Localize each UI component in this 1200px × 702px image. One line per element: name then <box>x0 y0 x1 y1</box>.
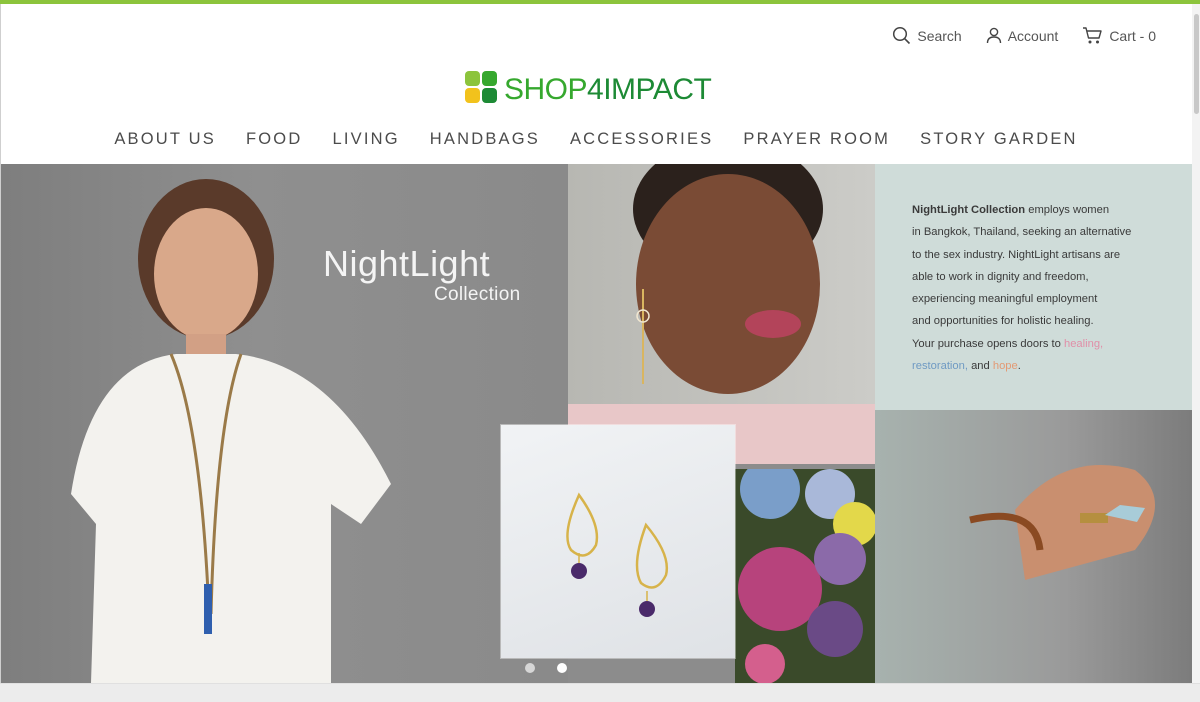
slider-dots <box>525 663 567 673</box>
desc-line-3: to the sex industry. NightLight artisans… <box>912 248 1121 261</box>
logo-wordmark: SHOP4IMPACT <box>504 72 712 107</box>
desc-line-2: in Bangkok, Thailand, seeking an alterna… <box>912 226 1132 239</box>
model-photo-left <box>1 164 568 683</box>
hero-title: NightLight <box>323 243 491 284</box>
desc-line-7: Your purchase opens doors to healing, <box>912 333 1152 355</box>
nav-story-garden[interactable]: STORY GARDEN <box>920 130 1078 149</box>
desc-line-6: and opportunities for holistic healing. <box>912 315 1094 328</box>
search-label: Search <box>917 27 962 44</box>
hero-subtitle: Collection <box>434 284 521 305</box>
scrollbar-thumb[interactable] <box>1194 14 1199 114</box>
desc-and: and <box>967 360 993 373</box>
page-below-fold <box>0 683 1200 702</box>
nav-accessories[interactable]: ACCESSORIES <box>570 130 713 149</box>
nav-handbags[interactable]: HANDBAGS <box>430 130 540 149</box>
keyword-hope: hope <box>992 360 1018 373</box>
desc-line-1: NightLight Collection employs women <box>912 199 1152 221</box>
search-link[interactable]: Search <box>892 26 962 45</box>
bracelet-photo <box>875 410 1192 683</box>
user-icon <box>986 27 1002 45</box>
earrings-photo <box>501 425 735 658</box>
cart-link[interactable]: Cart - 0 <box>1082 26 1156 45</box>
slider-dot-1[interactable] <box>525 663 535 673</box>
desc-line-8: restoration, and hope. <box>912 355 1152 377</box>
desc-line-1-rest: employs women <box>1025 204 1110 216</box>
search-icon <box>892 26 911 45</box>
hero-heading: NightLight Collection <box>323 243 520 306</box>
account-link[interactable]: Account <box>986 27 1059 45</box>
nav-prayer-room[interactable]: PRAYER ROOM <box>743 130 890 149</box>
flowers-photo <box>735 469 875 683</box>
slider-dot-2[interactable] <box>557 663 567 673</box>
logo-mark-icon <box>464 70 498 109</box>
logo-shop: SHOP <box>504 72 588 106</box>
account-label: Account <box>1007 27 1059 44</box>
top-accent-bar <box>0 0 1200 4</box>
desc-line-4: able to work in dignity and freedom, <box>912 270 1089 283</box>
logo-impact: IMPACT <box>603 72 712 106</box>
cart-label: Cart - 0 <box>1109 27 1156 44</box>
keyword-healing: healing, <box>1063 337 1104 350</box>
nav-living[interactable]: LIVING <box>332 130 399 149</box>
keyword-restoration: restoration, <box>912 360 968 373</box>
hero-description: NightLight Collection employs women in B… <box>912 199 1152 377</box>
desc-period: . <box>1017 360 1021 373</box>
nav-food[interactable]: FOOD <box>246 130 302 149</box>
nav-about-us[interactable]: ABOUT US <box>114 130 216 149</box>
main-nav: ABOUT US FOOD LIVING HANDBAGS ACCESSORIE… <box>0 130 1192 149</box>
cart-icon <box>1082 26 1103 45</box>
desc-line-7-text: Your purchase opens doors to <box>912 337 1064 350</box>
page-scrollbar[interactable] <box>1192 4 1200 702</box>
utility-nav: Search Account Cart - 0 <box>892 26 1156 45</box>
desc-line-5: experiencing meaningful employment <box>912 293 1098 306</box>
site-logo[interactable]: SHOP4IMPACT <box>464 70 712 109</box>
desc-brand: NightLight Collection <box>912 204 1026 216</box>
logo-four: 4 <box>587 72 604 106</box>
